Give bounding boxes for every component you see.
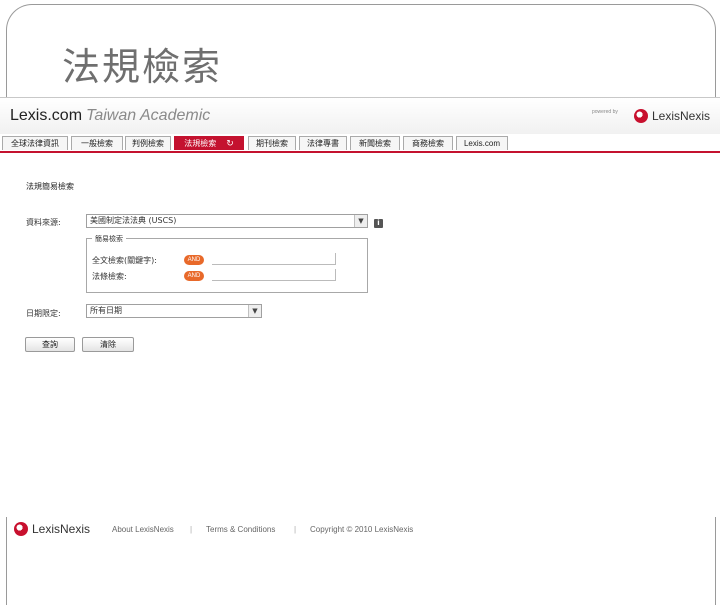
tab-statute-search[interactable]: 法規檢索 ↻ bbox=[174, 136, 244, 150]
lexisnexis-logo-text: LexisNexis bbox=[652, 109, 711, 123]
lexisnexis-logo[interactable]: LexisNexis bbox=[634, 107, 710, 125]
section-label: 法條檢索: bbox=[92, 272, 127, 281]
tab-label: Lexis.com bbox=[463, 139, 500, 148]
tab-label: 判例檢索 bbox=[132, 139, 164, 148]
date-select-value: 所有日期 bbox=[90, 306, 122, 315]
clear-button[interactable]: 清除 bbox=[82, 337, 134, 352]
tab-global-legal[interactable]: 全球法律資訊 bbox=[2, 136, 68, 150]
footer-logo-text: LexisNexis bbox=[32, 522, 91, 536]
form-title: 法規簡易檢索 bbox=[26, 182, 74, 191]
footer-logo[interactable]: LexisNexis bbox=[14, 522, 90, 536]
source-select-value: 美國制定法法典 (USCS) bbox=[90, 216, 177, 225]
date-label: 日期限定: bbox=[26, 309, 61, 318]
tab-label: 期刊檢索 bbox=[256, 139, 288, 148]
terms-link[interactable]: Terms & Conditions bbox=[206, 525, 275, 534]
tab-label: 一般檢索 bbox=[81, 139, 113, 148]
app-header: Lexis.com Taiwan Academic powered by Lexi… bbox=[0, 97, 720, 134]
lexisnexis-logo-icon bbox=[634, 109, 648, 123]
tab-bar: 全球法律資訊 一般檢索 判例檢索 法規檢索 ↻ 期刊檢索 法律專書 新聞檢索 商務… bbox=[0, 135, 720, 153]
chevron-down-icon: ▼ bbox=[354, 215, 367, 227]
simple-search-legend: 簡易檢索 bbox=[92, 234, 126, 244]
tab-journal-search[interactable]: 期刊檢索 bbox=[248, 136, 296, 150]
lexisnexis-logo-icon bbox=[14, 522, 28, 536]
tab-general-search[interactable]: 一般檢索 bbox=[71, 136, 123, 150]
tab-business-search[interactable]: 商務檢索 bbox=[403, 136, 453, 150]
chevron-down-icon: ▼ bbox=[248, 305, 261, 317]
refresh-icon[interactable]: ↻ bbox=[226, 139, 234, 149]
tab-case-search[interactable]: 判例檢索 bbox=[125, 136, 171, 150]
footer-separator: | bbox=[294, 525, 297, 534]
fulltext-label: 全文檢索(關鍵字): bbox=[92, 256, 157, 265]
footer: LexisNexis About LexisNexis | Terms & Co… bbox=[0, 520, 720, 540]
tab-label: 全球法律資訊 bbox=[11, 139, 59, 148]
brand-sub: Taiwan Academic bbox=[86, 107, 211, 124]
info-icon[interactable]: i bbox=[374, 219, 383, 228]
powered-by-text: powered by bbox=[592, 109, 618, 115]
source-label: 資料來源: bbox=[26, 218, 61, 227]
brand-main: Lexis.com bbox=[10, 107, 83, 124]
fulltext-input[interactable] bbox=[212, 253, 336, 265]
search-button[interactable]: 查詢 bbox=[25, 337, 75, 352]
tab-label: 商務檢索 bbox=[412, 139, 444, 148]
and-operator-button[interactable]: AND bbox=[184, 271, 204, 281]
about-link[interactable]: About LexisNexis bbox=[112, 525, 174, 534]
and-operator-button[interactable]: AND bbox=[184, 255, 204, 265]
source-select[interactable]: 美國制定法法典 (USCS) ▼ bbox=[86, 214, 368, 228]
copyright-text: Copyright © 2010 LexisNexis bbox=[310, 525, 414, 534]
brand[interactable]: Lexis.com Taiwan Academic bbox=[10, 107, 210, 125]
tab-lexis-com[interactable]: Lexis.com bbox=[456, 136, 508, 150]
slide-title: 法規檢索 bbox=[62, 45, 223, 89]
tab-label: 法律專書 bbox=[307, 139, 339, 148]
tab-label: 新聞檢索 bbox=[359, 139, 391, 148]
footer-separator: | bbox=[190, 525, 193, 534]
tab-news-search[interactable]: 新聞檢索 bbox=[350, 136, 400, 150]
date-select[interactable]: 所有日期 ▼ bbox=[86, 304, 262, 318]
tab-label: 法規檢索 bbox=[184, 139, 217, 148]
lexis-app: Lexis.com Taiwan Academic powered by Lexi… bbox=[0, 97, 720, 517]
tab-legal-books[interactable]: 法律專書 bbox=[299, 136, 347, 150]
section-input[interactable] bbox=[212, 269, 336, 281]
